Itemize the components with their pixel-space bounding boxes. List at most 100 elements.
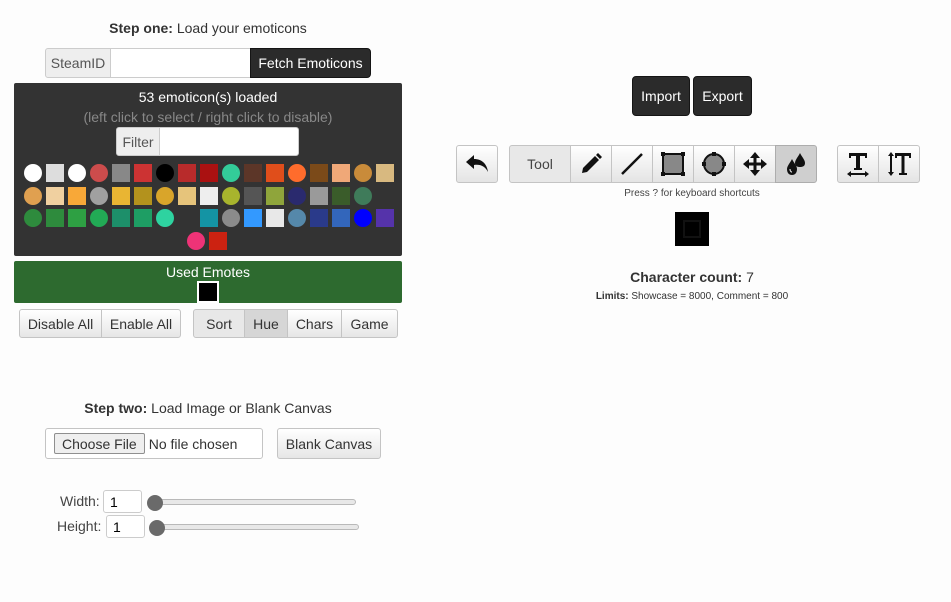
emoticon-item[interactable]	[222, 164, 240, 182]
height-input[interactable]	[106, 515, 145, 538]
circle-icon	[702, 152, 726, 176]
sort-label-button[interactable]: Sort	[193, 309, 245, 338]
emoticon-item[interactable]	[68, 164, 86, 182]
emoticon-item[interactable]	[332, 209, 350, 227]
emoticon-item[interactable]	[354, 164, 372, 182]
blank-canvas-button[interactable]: Blank Canvas	[277, 428, 381, 459]
enable-all-button[interactable]: Enable All	[101, 309, 181, 338]
width-slider-thumb[interactable]	[147, 495, 163, 511]
emoticon-item[interactable]	[90, 164, 108, 182]
text-height-icon	[888, 152, 911, 176]
emoticon-item[interactable]	[266, 164, 284, 182]
emoticon-item[interactable]	[244, 164, 262, 182]
emoticon-item[interactable]	[178, 209, 196, 227]
emoticon-item[interactable]	[222, 209, 240, 227]
emoticon-item[interactable]	[310, 164, 328, 182]
undo-icon	[466, 155, 488, 172]
emoticon-item[interactable]	[134, 187, 152, 205]
emoticon-grid	[14, 83, 402, 256]
emoticon-item[interactable]	[134, 209, 152, 227]
tool-group: Tool	[509, 145, 817, 183]
width-label: Width:	[60, 493, 100, 509]
emoticon-item[interactable]	[354, 187, 372, 205]
canvas-pixel	[683, 220, 701, 238]
sort-game-button[interactable]: Game	[341, 309, 398, 338]
emoticon-item[interactable]	[156, 164, 174, 182]
emoticon-panel: 53 emoticon(s) loaded (left click to sel…	[14, 83, 402, 256]
emoticon-item[interactable]	[222, 187, 240, 205]
fill-tool-button[interactable]	[775, 145, 817, 183]
height-slider-thumb[interactable]	[149, 520, 165, 536]
import-button[interactable]: Import	[632, 76, 690, 116]
emoticon-item[interactable]	[112, 209, 130, 227]
circle-tool-button[interactable]	[693, 145, 735, 183]
emoticon-item[interactable]	[209, 232, 227, 250]
undo-button[interactable]	[456, 145, 498, 183]
step-one-title: Step one: Load your emoticons	[109, 20, 307, 36]
emoticon-item[interactable]	[266, 187, 284, 205]
emoticon-item[interactable]	[178, 164, 196, 182]
used-emote-item[interactable]	[197, 281, 219, 303]
emoticon-item[interactable]	[288, 164, 306, 182]
emoticon-item[interactable]	[24, 164, 42, 182]
disable-all-button[interactable]: Disable All	[19, 309, 102, 338]
emoticon-item[interactable]	[46, 164, 64, 182]
steamid-label: SteamID	[45, 48, 111, 78]
emoticon-item[interactable]	[178, 187, 196, 205]
emoticon-item[interactable]	[376, 209, 394, 227]
width-slider-track[interactable]	[150, 499, 356, 505]
emoticon-item[interactable]	[288, 187, 306, 205]
emoticon-item[interactable]	[24, 187, 42, 205]
export-button[interactable]: Export	[693, 76, 752, 116]
emoticon-item[interactable]	[46, 209, 64, 227]
emoticon-item[interactable]	[244, 187, 262, 205]
used-emotes-panel: Used Emotes	[14, 261, 402, 303]
canvas-preview[interactable]	[675, 212, 709, 246]
move-tool-button[interactable]	[734, 145, 776, 183]
emoticon-item[interactable]	[156, 209, 174, 227]
height-slider-track[interactable]	[153, 524, 359, 530]
emoticon-item[interactable]	[112, 164, 130, 182]
pencil-icon	[582, 153, 602, 173]
emoticon-item[interactable]	[244, 209, 262, 227]
emoticon-item[interactable]	[112, 187, 130, 205]
emoticon-item[interactable]	[156, 187, 174, 205]
rectangle-icon	[661, 152, 685, 176]
emoticon-item[interactable]	[134, 164, 152, 182]
text-width-button[interactable]	[837, 145, 879, 183]
sort-chars-button[interactable]: Chars	[287, 309, 342, 338]
emoticon-item[interactable]	[200, 164, 218, 182]
emoticon-item[interactable]	[68, 187, 86, 205]
step-two-title: Step two: Load Image or Blank Canvas	[84, 400, 332, 416]
emoticon-item[interactable]	[288, 209, 306, 227]
emoticon-item[interactable]	[46, 187, 64, 205]
text-height-button[interactable]	[878, 145, 920, 183]
emoticon-item[interactable]	[187, 232, 205, 250]
width-input[interactable]	[103, 490, 142, 513]
line-icon	[621, 153, 643, 175]
emoticon-item[interactable]	[376, 164, 394, 182]
rectangle-tool-button[interactable]	[652, 145, 694, 183]
line-tool-button[interactable]	[611, 145, 653, 183]
emoticon-item[interactable]	[354, 209, 372, 227]
emoticon-item[interactable]	[68, 209, 86, 227]
file-input[interactable]: Choose File No file chosen	[45, 428, 263, 459]
emoticon-item[interactable]	[200, 187, 218, 205]
emoticon-item[interactable]	[90, 187, 108, 205]
file-status: No file chosen	[148, 435, 238, 452]
emoticon-item[interactable]	[266, 209, 284, 227]
sort-hue-button[interactable]: Hue	[244, 309, 288, 338]
steamid-input[interactable]	[110, 48, 251, 78]
emoticon-item[interactable]	[310, 187, 328, 205]
fetch-emoticons-button[interactable]: Fetch Emoticons	[250, 48, 371, 78]
emoticon-item[interactable]	[332, 164, 350, 182]
emoticon-item[interactable]	[332, 187, 350, 205]
emoticon-item[interactable]	[310, 209, 328, 227]
emoticon-item[interactable]	[24, 209, 42, 227]
move-icon	[743, 152, 767, 176]
choose-file-button[interactable]: Choose File	[54, 433, 145, 454]
pencil-tool-button[interactable]	[570, 145, 612, 183]
emoticon-item[interactable]	[200, 209, 218, 227]
character-count: Character count: 7	[630, 269, 754, 285]
emoticon-item[interactable]	[90, 209, 108, 227]
